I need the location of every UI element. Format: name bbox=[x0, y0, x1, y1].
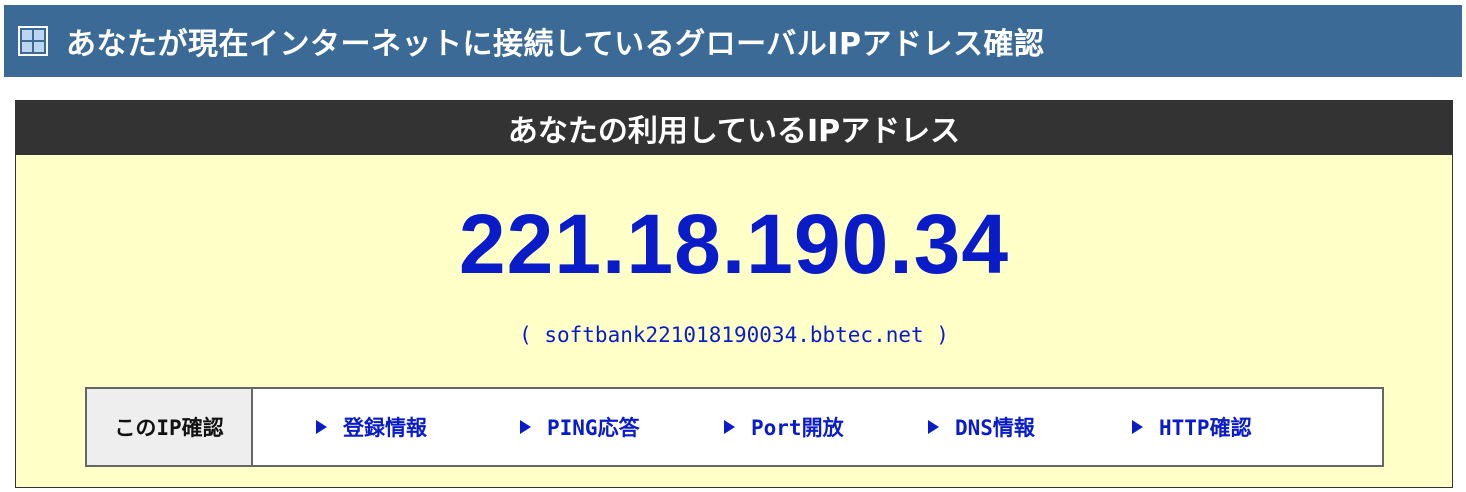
link-label: 登録情報 bbox=[343, 416, 427, 440]
ping-response-link[interactable]: PING応答 bbox=[520, 389, 640, 465]
link-label: HTTP確認 bbox=[1159, 416, 1252, 440]
link-label: PING応答 bbox=[547, 416, 640, 440]
check-links: 登録情報 PING応答 Port開放 DNS情報 HTTP確認 bbox=[253, 389, 1382, 465]
check-label: このIP確認 bbox=[87, 389, 253, 465]
hostname-text: ( softbank221018190034.bbtec.net ) bbox=[519, 323, 949, 347]
page-title: あなたが現在インターネットに接続しているグローバルIPアドレス確認 bbox=[66, 27, 1045, 62]
link-label: DNS情報 bbox=[955, 416, 1035, 440]
triangle-right-icon bbox=[316, 420, 327, 434]
window-grid-icon bbox=[18, 26, 48, 56]
ip-address-value: 221.18.190.34 bbox=[458, 197, 1010, 291]
triangle-right-icon bbox=[520, 420, 531, 434]
triangle-right-icon bbox=[1132, 420, 1143, 434]
registration-info-link[interactable]: 登録情報 bbox=[316, 389, 427, 465]
ip-check-bar: このIP確認 登録情報 PING応答 Port開放 DNS情報 HTTP確認 bbox=[85, 387, 1384, 467]
triangle-right-icon bbox=[724, 420, 735, 434]
port-open-link[interactable]: Port開放 bbox=[724, 389, 844, 465]
triangle-right-icon bbox=[928, 420, 939, 434]
dns-info-link[interactable]: DNS情報 bbox=[928, 389, 1035, 465]
panel-heading: あなたの利用しているIPアドレス bbox=[16, 101, 1452, 155]
ip-panel: あなたの利用しているIPアドレス 221.18.190.34 ( softban… bbox=[15, 100, 1453, 488]
page-header: あなたが現在インターネットに接続しているグローバルIPアドレス確認 bbox=[4, 5, 1462, 77]
link-label: Port開放 bbox=[751, 416, 844, 440]
http-check-link[interactable]: HTTP確認 bbox=[1132, 389, 1252, 465]
